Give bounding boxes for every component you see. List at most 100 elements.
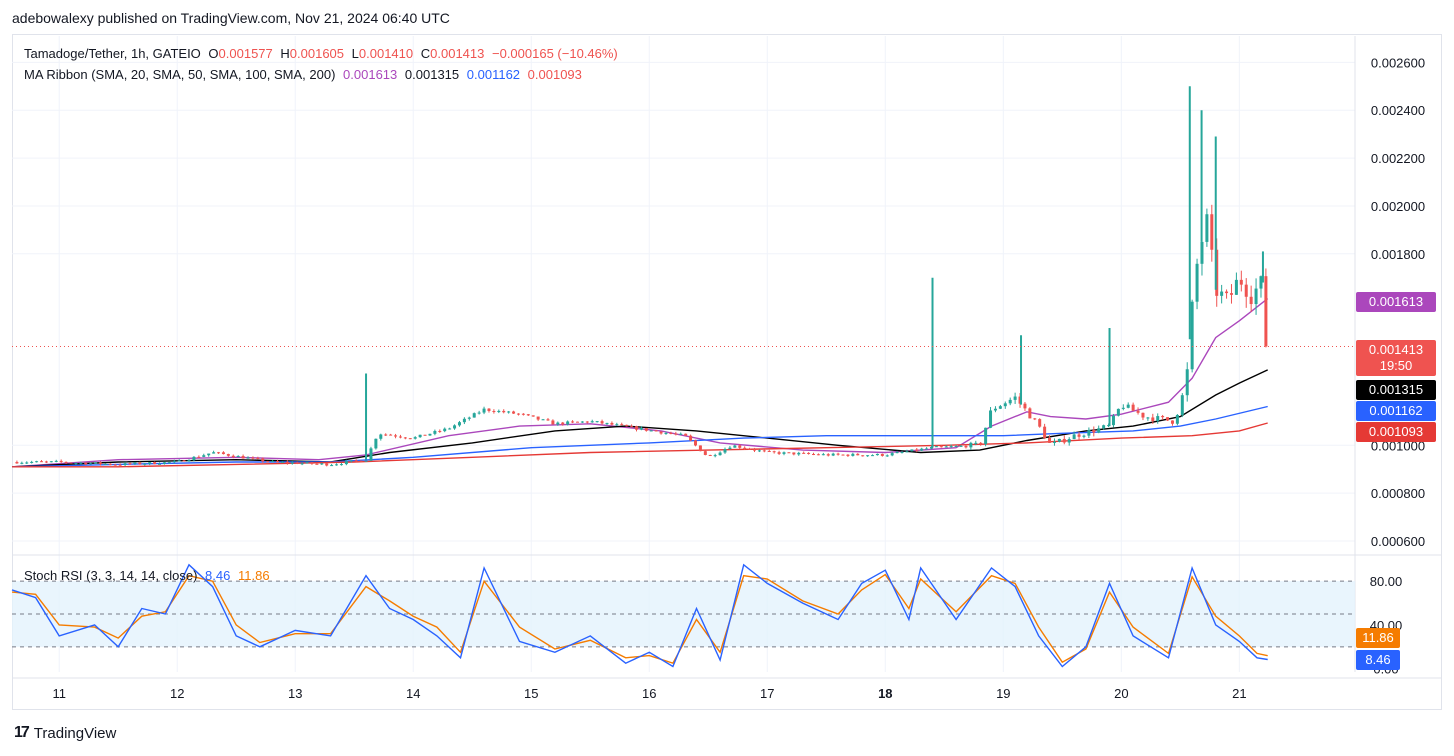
stoch-tick-label: 80.00 [1370,574,1403,589]
candle-body [831,453,835,456]
candle-body [177,460,181,462]
candle-body [777,452,781,454]
ma-ribbon-legend: MA Ribbon (SMA, 20, SMA, 50, SMA, 100, S… [24,67,586,82]
candle-body [1092,430,1096,433]
candle-body [1082,435,1086,437]
stoch-label[interactable]: Stoch RSI (3, 3, 14, 14, close) [24,568,197,583]
candle-body [915,449,919,451]
candle-body [433,430,437,434]
candle-body [276,461,280,463]
time-tick-label: 14 [406,686,420,701]
candle-body [251,457,255,459]
candle-body [1210,214,1214,250]
candle-body [733,445,737,448]
candle-body [718,452,722,456]
candle-body [79,462,83,464]
sma-line-sma20 [11,298,1269,468]
candle-body [467,417,471,419]
candle-body [35,461,39,463]
candle-body [1003,403,1007,407]
candle-body [236,456,240,458]
candle-body [389,434,393,436]
candle-body [512,411,516,414]
candle-body [507,411,511,413]
candle-body [1097,428,1101,433]
candle-body [1023,403,1027,409]
candle-body [285,461,289,464]
time-tick-label: 20 [1114,686,1128,701]
candle-body [1244,284,1248,297]
candle-body [1136,410,1140,413]
candle-body [1048,437,1052,443]
candle-body [654,430,658,432]
candle-body [856,453,860,456]
candle-body [541,419,545,421]
time-tick-label: 13 [288,686,302,701]
candle-body [384,434,388,436]
candle-body [462,418,466,423]
candle-body [148,462,152,464]
candle-body [964,445,968,448]
candle-body [939,446,943,448]
candles [15,86,1268,467]
candle-body [812,453,816,455]
candle-body [153,462,157,465]
price-tick-label: 0.000600 [1371,534,1425,549]
candle-body [325,463,329,466]
candle-body [477,412,481,414]
candle-body [25,462,29,464]
candle-body [1141,412,1145,418]
candle-body [271,461,275,463]
candle-body [497,410,501,413]
ma-ribbon-label[interactable]: MA Ribbon (SMA, 20, SMA, 50, SMA, 100, S… [24,67,335,82]
candle-body [54,460,58,462]
candle-body [305,462,309,464]
tradingview-logo[interactable]: 17 TradingView [14,724,116,742]
candle-body [1121,407,1125,409]
candle-body [1195,263,1199,302]
candle-body [1116,408,1120,416]
candle-body [580,421,584,423]
candle-body [1175,414,1179,424]
symbol-label[interactable]: Tamadoge/Tether, 1h, GATEIO [24,46,201,61]
price-tick-label: 0.000800 [1371,486,1425,501]
candle-body [315,463,319,465]
candle-body [851,453,855,456]
candle-body [743,447,747,449]
candle-body [585,421,589,423]
time-tick-label: 11 [52,686,66,701]
candle-body [84,462,88,465]
candle-body [394,435,398,437]
candle-body [807,452,811,454]
candle-body [802,452,806,454]
candle-body [969,442,973,448]
candle-body [1131,404,1135,411]
price-chart[interactable]: 0.002600 0.002400 0.002200 0.002000 0.001800… [0,0,1454,756]
stoch-legend: Stoch RSI (3, 3, 14, 14, close) 8.46 11.… [24,568,274,583]
bar-countdown: 19:50 [1379,358,1413,373]
candle-body [846,454,850,456]
candle-body [669,432,673,434]
candle-body [212,452,216,454]
ohlc-legend: Tamadoge/Tether, 1h, GATEIO O0.001577 H0… [24,46,622,61]
candle-body [182,460,186,462]
candle-body [561,422,565,425]
candle-body [1249,296,1253,305]
candle-body [816,454,820,456]
candle-body [757,450,761,452]
candle-body [1156,416,1160,422]
candle-body [989,410,993,428]
candle-body [1161,416,1165,418]
candle-body [398,436,402,438]
candle-body [605,422,609,424]
candle-body [443,428,447,432]
candle-body [197,456,201,458]
candle-body [300,463,304,465]
candle-body [885,455,889,457]
candle-body [438,430,442,432]
candle-body [128,463,132,465]
close-label: C [420,46,431,61]
candle-body [634,426,638,430]
candle-body [782,452,786,454]
candle-body [703,451,707,455]
